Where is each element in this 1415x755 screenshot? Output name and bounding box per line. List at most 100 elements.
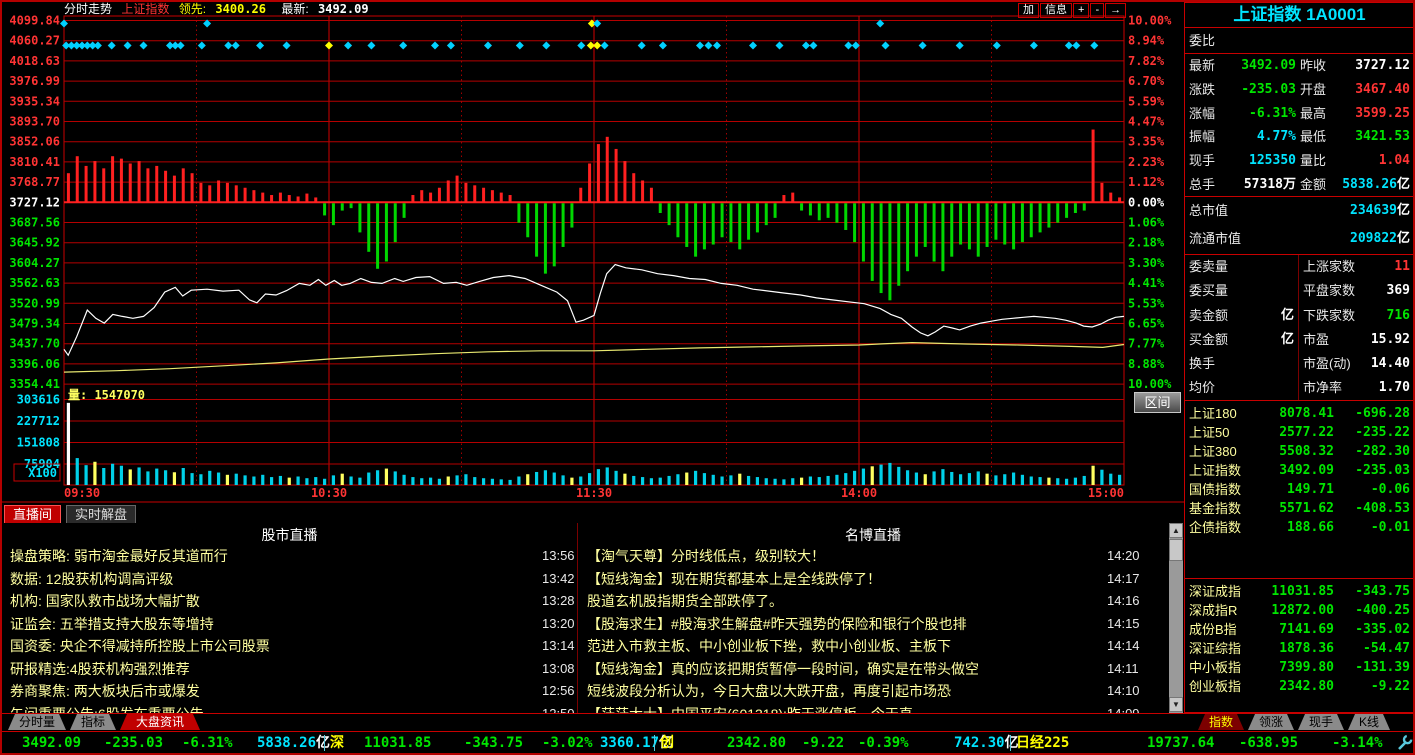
svg-text:3768.77: 3768.77 [9, 175, 60, 189]
stats-row: 买金额75.94亿市盈15.92 [1185, 328, 1414, 352]
status-value: 日经225 [1016, 732, 1069, 754]
status-value: 深 [330, 732, 344, 754]
tab-index[interactable]: 指数 [1198, 714, 1244, 730]
svg-text:3479.34: 3479.34 [9, 317, 60, 331]
quote-row: 最新3492.09昨收3727.12 [1185, 54, 1414, 78]
status-value: 3492.09 [22, 732, 81, 754]
news-item[interactable]: 研报精选:4股获机构强烈推荐 [10, 658, 565, 680]
svg-text:227712: 227712 [17, 414, 60, 428]
svg-text:4099.84: 4099.84 [9, 14, 60, 28]
news-item[interactable]: 国资委: 央企不得减持所控股上市公司股票 [10, 635, 565, 657]
range-button[interactable]: 区间 [1134, 392, 1181, 413]
tab-realtime-commentary[interactable]: 实时解盘 [66, 505, 136, 524]
sz-index-row[interactable]: 创业板指2342.80-9.22 [1185, 677, 1414, 696]
blog-item[interactable]: 【短线淘金】真的应该把期货暂停一段时间，确实是在带头做空 [587, 658, 1097, 680]
svg-text:8.94%: 8.94% [1128, 34, 1165, 48]
status-value: 19737.64 [1147, 732, 1214, 754]
sz-index-row[interactable]: 深成指R12872.00-400.25 [1185, 601, 1414, 620]
svg-text:09:30: 09:30 [64, 486, 100, 500]
status-value: -9.22 [802, 732, 844, 754]
news-item[interactable]: 券商聚焦: 两大板块后市或爆发 [10, 680, 565, 702]
status-separator [324, 735, 325, 751]
blog-time: 14:11 [1107, 658, 1139, 680]
sh-index-row[interactable]: 上证3805508.32-282.30 [1185, 442, 1414, 461]
news-item[interactable]: 数据: 12股获机构调高评级 [10, 568, 565, 590]
svg-text:4018.63: 4018.63 [9, 54, 60, 68]
svg-text:3.35%: 3.35% [1128, 135, 1165, 149]
svg-text:3604.27: 3604.27 [9, 256, 60, 270]
left-news-header: 股市直播 [2, 525, 577, 545]
svg-text:3810.41: 3810.41 [9, 155, 60, 169]
svg-text:1.06%: 1.06% [1128, 216, 1165, 230]
blog-item[interactable]: 【股海求生】#股海求生解盘#昨天强势的保险和银行个股也排 [587, 613, 1097, 635]
status-value: -3.02% [542, 732, 593, 754]
sz-indices-section: 深证成指11031.85-343.75深成指R12872.00-400.25成份… [1185, 578, 1414, 712]
tools-wrench-icon[interactable] [1396, 734, 1413, 755]
sh-index-row[interactable]: 企债指数188.66-0.01 [1185, 518, 1414, 537]
sh-index-row[interactable]: 基金指数5571.62-408.53 [1185, 499, 1414, 518]
svg-text:15:00: 15:00 [1088, 486, 1124, 500]
tab-volume-now[interactable]: 现手 [1298, 714, 1344, 730]
weibi-value: -101915427 [1332, 28, 1410, 53]
weibi-row: 委比-85.44%-101915427 [1185, 28, 1414, 53]
svg-text:6.65%: 6.65% [1128, 317, 1165, 331]
blog-item[interactable]: 【短线淘金】现在期货都基本上是全线跌停了！ [587, 568, 1097, 590]
svg-text:3852.06: 3852.06 [9, 135, 60, 149]
blog-item[interactable]: 股道玄机股指期货全部跌停了。 [587, 590, 1097, 612]
bottom-tab-row: 分时量 指标 大盘资讯 指数 领涨 现手 K线 [2, 714, 1415, 731]
news-item[interactable]: 机构: 国家队救市战场大幅扩散 [10, 590, 565, 612]
quote-row: 现手125350量比1.04 [1185, 149, 1414, 173]
sz-index-row[interactable]: 深证综指1878.36-54.47 [1185, 639, 1414, 658]
svg-text:10.00%: 10.00% [1128, 377, 1172, 391]
stats-row: 换手2.78%市盈(动)14.40 [1185, 352, 1414, 376]
svg-text:303616: 303616 [17, 393, 60, 407]
marketcap-row: 总市值234639亿 [1185, 197, 1414, 225]
sh-index-row[interactable]: 上证502577.22-235.22 [1185, 423, 1414, 442]
svg-text:3687.56: 3687.56 [9, 216, 60, 230]
svg-text:X100: X100 [28, 466, 57, 480]
sh-index-row[interactable]: 上证指数3492.09-235.03 [1185, 461, 1414, 480]
news-item[interactable]: 证监会: 五举措支持大股东等增持 [10, 613, 565, 635]
sz-index-row[interactable]: 中小板指7399.80-131.39 [1185, 658, 1414, 677]
sh-index-row[interactable]: 上证1808078.41-696.28 [1185, 404, 1414, 423]
intraday-chart: 4099.8410.00%4060.278.94%4018.637.82%397… [2, 2, 1184, 504]
weibi-section: 委比-85.44%-101915427 [1185, 27, 1414, 53]
svg-text:10:30: 10:30 [311, 486, 347, 500]
svg-text:7.77%: 7.77% [1128, 337, 1165, 351]
blog-item[interactable]: 【淘气天尊】分时线低点，级别较大！ [587, 545, 1097, 567]
svg-text:3520.99: 3520.99 [9, 296, 60, 310]
scroll-down-icon[interactable]: ▼ [1169, 697, 1183, 712]
scroll-up-icon[interactable]: ▲ [1169, 523, 1183, 538]
tab-live-room[interactable]: 直播间 [4, 505, 61, 525]
svg-text:3935.34: 3935.34 [9, 94, 60, 108]
sz-index-row[interactable]: 深证成指11031.85-343.75 [1185, 582, 1414, 601]
stats-grid-section: 委卖量10600281上涨家数11委买量8684854平盘家数369卖金额134… [1185, 254, 1414, 400]
svg-text:4.41%: 4.41% [1128, 276, 1165, 290]
status-value: 创 [660, 732, 674, 754]
tab-volume[interactable]: 分时量 [8, 714, 66, 730]
tab-market-news[interactable]: 大盘资讯 [120, 714, 200, 730]
quote-row: 涨跌-235.03开盘3467.40 [1185, 78, 1414, 102]
status-value: -0.39% [858, 732, 909, 754]
blog-time: 14:14 [1107, 635, 1140, 657]
scrollbar-thumb[interactable] [1169, 539, 1183, 561]
blog-item[interactable]: 短线波段分析认为，今日大盘以大跌开盘，再度引起市场恐 [587, 680, 1097, 702]
svg-text:10.00%: 10.00% [1128, 14, 1172, 28]
tab-kline[interactable]: K线 [1348, 714, 1390, 730]
svg-text:1.12%: 1.12% [1128, 175, 1165, 189]
news-time: 13:28 [542, 590, 575, 612]
blog-item[interactable]: 范进入市救主板、中小创业板下挫，救中小创业板、主板下 [587, 635, 1097, 657]
sh-index-row[interactable]: 国债指数149.71-0.06 [1185, 480, 1414, 499]
sz-index-row[interactable]: 成份B指7141.69-335.02 [1185, 620, 1414, 639]
svg-text:3.30%: 3.30% [1128, 256, 1165, 270]
tab-gainers[interactable]: 领涨 [1248, 714, 1294, 730]
weibi-pct: -85.44% [1237, 28, 1292, 53]
quote-row: 涨幅-6.31%最高3599.25 [1185, 102, 1414, 126]
live-tab-row: 直播间 实时解盘 [2, 504, 1184, 523]
news-item[interactable]: 操盘策略: 弱市淘金最好反其道而行 [10, 545, 565, 567]
blog-time: 14:10 [1107, 680, 1140, 702]
status-value: -343.75 [464, 732, 523, 754]
news-scrollbar[interactable]: ▲ ▼ [1169, 523, 1183, 713]
tab-indicator[interactable]: 指标 [70, 714, 116, 730]
svg-text:3354.41: 3354.41 [9, 377, 60, 391]
